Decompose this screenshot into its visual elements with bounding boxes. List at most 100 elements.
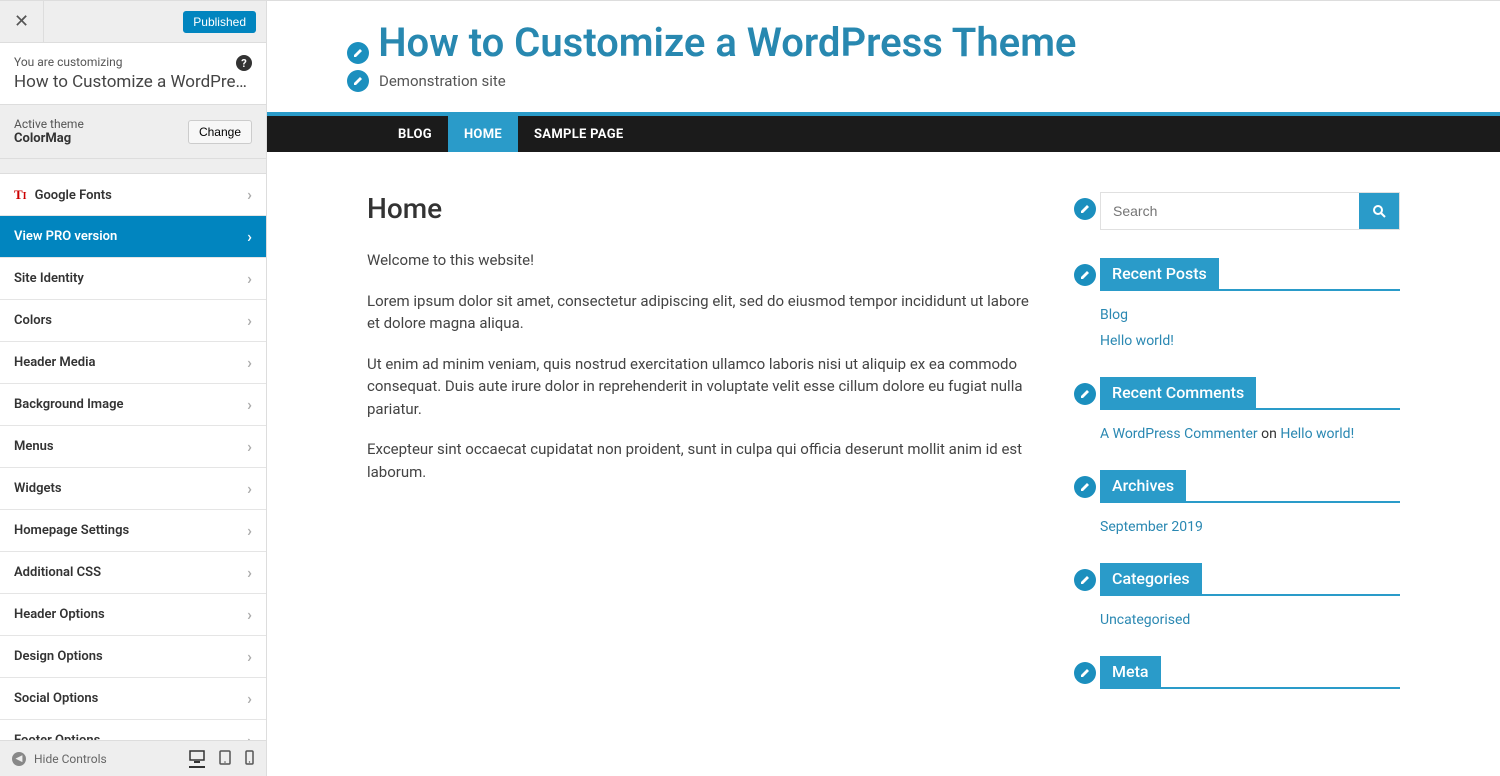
hide-controls-button[interactable]: ◀ Hide Controls — [12, 752, 107, 766]
panel-view-pro[interactable]: View PRO version › — [0, 216, 266, 258]
widget-title: Categories — [1100, 563, 1202, 594]
panel-google-fonts[interactable]: TI Google Fonts › — [0, 174, 266, 216]
pencil-icon[interactable] — [1074, 198, 1096, 220]
chevron-right-icon: › — [247, 479, 252, 498]
panel-background-image[interactable]: Background Image › — [0, 384, 266, 426]
main-column: Home Welcome to this website! Lorem ipsu… — [367, 192, 1040, 717]
panel-footer-options[interactable]: Footer Options › — [0, 720, 266, 740]
recent-comment-item: A WordPress Commenter on Hello world! — [1100, 426, 1400, 442]
hide-controls-label: Hide Controls — [34, 752, 107, 766]
panel-label: Footer Options — [14, 733, 100, 740]
comment-post-link[interactable]: Hello world! — [1280, 426, 1354, 442]
panel-additional-css[interactable]: Additional CSS › — [0, 552, 266, 594]
pencil-icon[interactable] — [1074, 264, 1096, 286]
recent-comments-widget: Recent Comments A WordPress Commenter on… — [1100, 377, 1400, 442]
chevron-right-icon: › — [247, 437, 252, 456]
sidebar-footer: ◀ Hide Controls — [0, 740, 266, 776]
panel-menus[interactable]: Menus › — [0, 426, 266, 468]
comment-author-link[interactable]: A WordPress Commenter — [1100, 426, 1258, 442]
panel-label: Site Identity — [14, 271, 84, 286]
panel-widgets[interactable]: Widgets › — [0, 468, 266, 510]
panel-social-options[interactable]: Social Options › — [0, 678, 266, 720]
panel-label: Menus — [14, 439, 54, 454]
pencil-icon[interactable] — [1074, 662, 1096, 684]
panel-design-options[interactable]: Design Options › — [0, 636, 266, 678]
recent-posts-widget: Recent Posts Blog Hello world! — [1100, 258, 1400, 349]
panel-label: Homepage Settings — [14, 523, 129, 538]
panel-site-identity[interactable]: Site Identity › — [0, 258, 266, 300]
device-switcher — [189, 750, 254, 768]
customizing-title: How to Customize a WordPres... — [14, 72, 252, 92]
paragraph: Excepteur sint occaecat cupidatat non pr… — [367, 438, 1040, 483]
mobile-icon[interactable] — [245, 750, 254, 768]
panel-label: Header Media — [14, 355, 95, 370]
close-icon[interactable]: ✕ — [0, 1, 44, 43]
chevron-right-icon: › — [247, 185, 252, 204]
panel-colors[interactable]: Colors › — [0, 300, 266, 342]
panel-label: Background Image — [14, 397, 123, 412]
change-theme-button[interactable]: Change — [188, 120, 252, 144]
nav-home[interactable]: HOME — [448, 116, 518, 152]
panel-homepage-settings[interactable]: Homepage Settings › — [0, 510, 266, 552]
panel-label: Header Options — [14, 607, 105, 622]
chevron-right-icon: › — [247, 689, 252, 708]
panel-label: Widgets — [14, 481, 62, 496]
category-link[interactable]: Uncategorised — [1100, 612, 1190, 628]
panel-list: TI Google Fonts › View PRO version › Site… — [0, 173, 266, 740]
search-widget — [1100, 192, 1400, 230]
panel-label: Design Options — [14, 649, 103, 664]
meta-widget: Meta — [1100, 656, 1400, 689]
panel-label: View PRO version — [14, 229, 117, 244]
chevron-right-icon: › — [247, 311, 252, 330]
customizer-sidebar: ✕ Published You are customizing How to C… — [0, 1, 267, 776]
chevron-right-icon: › — [247, 563, 252, 582]
sidebar-widgets: Recent Posts Blog Hello world! Recent Co… — [1100, 192, 1400, 717]
chevron-right-icon: › — [247, 395, 252, 414]
pencil-icon[interactable] — [1074, 569, 1096, 591]
archive-link[interactable]: September 2019 — [1100, 519, 1203, 535]
desktop-icon[interactable] — [189, 750, 205, 768]
chevron-right-icon: › — [247, 227, 252, 246]
google-fonts-icon: TI — [14, 187, 27, 202]
panel-header-options[interactable]: Header Options › — [0, 594, 266, 636]
widget-title: Recent Comments — [1100, 377, 1256, 408]
help-icon[interactable]: ? — [236, 55, 252, 71]
search-button[interactable] — [1359, 193, 1399, 229]
panel-header-media[interactable]: Header Media › — [0, 342, 266, 384]
pencil-icon[interactable] — [347, 42, 369, 64]
pencil-icon[interactable] — [347, 70, 369, 92]
panel-label: Google Fonts — [35, 188, 112, 203]
site-header: How to Customize a WordPress Theme Demon… — [267, 1, 1500, 112]
recent-post-link[interactable]: Hello world! — [1100, 333, 1174, 349]
page-title: Home — [367, 192, 1040, 225]
publish-button[interactable]: Published — [183, 11, 256, 33]
customizing-label: You are customizing — [14, 55, 252, 69]
paragraph: Ut enim ad minim veniam, quis nostrud ex… — [367, 353, 1040, 421]
content-area: Home Welcome to this website! Lorem ipsu… — [267, 152, 1500, 737]
panel-label: Social Options — [14, 691, 98, 706]
panel-label: Colors — [14, 313, 52, 328]
sidebar-topbar: ✕ Published — [0, 1, 266, 43]
recent-post-link[interactable]: Blog — [1100, 307, 1128, 323]
widget-title: Meta — [1100, 656, 1161, 687]
collapse-icon: ◀ — [12, 752, 26, 766]
pencil-icon[interactable] — [1074, 383, 1096, 405]
site-title[interactable]: How to Customize a WordPress Theme — [378, 19, 1076, 66]
chevron-right-icon: › — [247, 731, 252, 740]
search-input[interactable] — [1101, 193, 1359, 229]
archives-widget: Archives September 2019 — [1100, 470, 1400, 535]
paragraph: Welcome to this website! — [367, 249, 1040, 272]
customizing-block: You are customizing How to Customize a W… — [0, 43, 266, 105]
chevron-right-icon: › — [247, 353, 252, 372]
pencil-icon[interactable] — [1074, 476, 1096, 498]
nav-blog[interactable]: BLOG — [382, 116, 448, 152]
panel-label: Additional CSS — [14, 565, 101, 580]
tablet-icon[interactable] — [219, 750, 231, 768]
chevron-right-icon: › — [247, 521, 252, 540]
widget-title: Recent Posts — [1100, 258, 1219, 289]
search-icon — [1372, 204, 1386, 218]
primary-nav: BLOG HOME SAMPLE PAGE — [267, 112, 1500, 152]
chevron-right-icon: › — [247, 647, 252, 666]
nav-sample-page[interactable]: SAMPLE PAGE — [518, 116, 640, 152]
active-theme-block: Active theme ColorMag Change — [0, 105, 266, 159]
